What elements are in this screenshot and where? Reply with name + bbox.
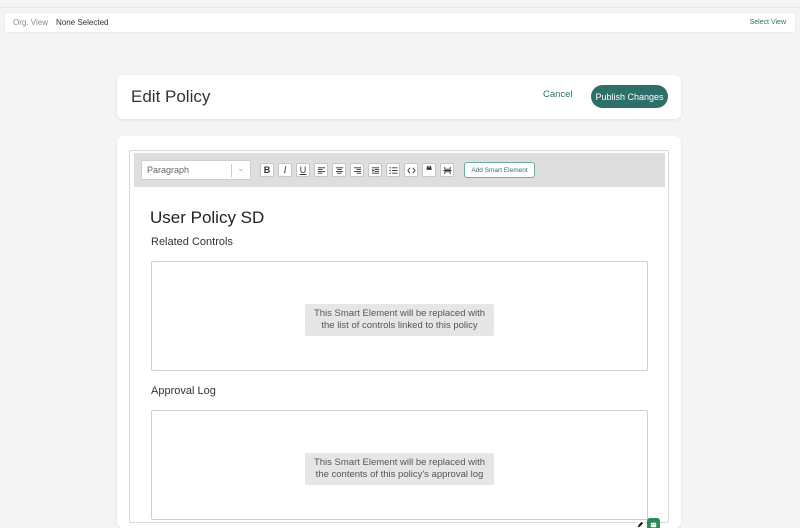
top-strip	[0, 0, 800, 8]
placeholder-line: the contents of this policy's approval l…	[315, 469, 484, 480]
editor-card: Paragraph ⌄ B I U ❝ Add Smart Element Us…	[117, 136, 681, 528]
paragraph-style-value: Paragraph	[147, 165, 190, 175]
indent-button[interactable]	[368, 163, 382, 177]
align-right-icon	[353, 166, 361, 174]
editor-toolbar: Paragraph ⌄ B I U ❝ Add Smart Element	[134, 153, 665, 187]
align-left-icon	[317, 166, 325, 174]
quote-icon: ❝	[426, 165, 432, 177]
select-view-link[interactable]: Select View	[750, 19, 786, 26]
approval-log-heading[interactable]: Approval Log	[151, 385, 216, 397]
rich-text-editor[interactable]: Paragraph ⌄ B I U ❝ Add Smart Element Us…	[129, 150, 669, 528]
placeholder-line: This Smart Element will be replaced with	[313, 457, 486, 468]
pen-icon[interactable]	[635, 520, 645, 528]
page-title: Edit Policy	[131, 87, 211, 106]
publish-changes-button[interactable]: Publish Changes	[591, 85, 668, 108]
list-button[interactable]	[386, 163, 400, 177]
placeholder-line: This Smart Element will be replaced with	[313, 308, 486, 319]
chevron-down-icon: ⌄	[237, 163, 245, 173]
page-break-button[interactable]	[440, 163, 454, 177]
approval-log-smart-element[interactable]: This Smart Element will be replaced with…	[151, 410, 648, 520]
bold-icon: B	[263, 164, 271, 175]
indent-icon	[371, 166, 379, 174]
smart-element-placeholder: This Smart Element will be replaced with…	[305, 304, 494, 336]
org-view-value[interactable]: None Selected	[54, 18, 110, 27]
cancel-button[interactable]: Cancel	[543, 89, 573, 100]
code-button[interactable]	[404, 163, 418, 177]
bold-button[interactable]: B	[260, 163, 274, 177]
align-right-button[interactable]	[350, 163, 364, 177]
list-icon	[388, 166, 398, 174]
related-controls-smart-element[interactable]: This Smart Element will be replaced with…	[151, 261, 648, 371]
quote-button[interactable]: ❝	[422, 163, 436, 177]
smart-element-placeholder: This Smart Element will be replaced with…	[305, 453, 494, 485]
editor-floating-icons	[635, 518, 661, 528]
align-left-button[interactable]	[314, 163, 328, 177]
underline-button[interactable]: U	[296, 163, 310, 177]
italic-icon: I	[283, 164, 287, 175]
page-break-icon	[442, 166, 452, 174]
placeholder-line: the list of controls linked to this poli…	[321, 320, 478, 331]
paragraph-style-select[interactable]: Paragraph ⌄	[141, 160, 251, 180]
org-view-bar: Org. View None Selected Select View	[4, 12, 796, 33]
add-smart-element-button[interactable]: Add Smart Element	[464, 162, 535, 178]
related-controls-heading[interactable]: Related Controls	[151, 236, 233, 248]
underline-icon: U	[299, 164, 307, 175]
header-card: Edit Policy Cancel Publish Changes	[117, 75, 681, 119]
align-center-button[interactable]	[332, 163, 346, 177]
align-center-icon	[335, 166, 343, 174]
select-divider	[231, 164, 232, 177]
org-view-label: Org. View	[13, 18, 48, 27]
grammar-assistant-icon[interactable]	[647, 518, 660, 528]
code-icon	[406, 167, 416, 173]
document-title[interactable]: User Policy SD	[150, 208, 264, 228]
italic-button[interactable]: I	[278, 163, 292, 177]
